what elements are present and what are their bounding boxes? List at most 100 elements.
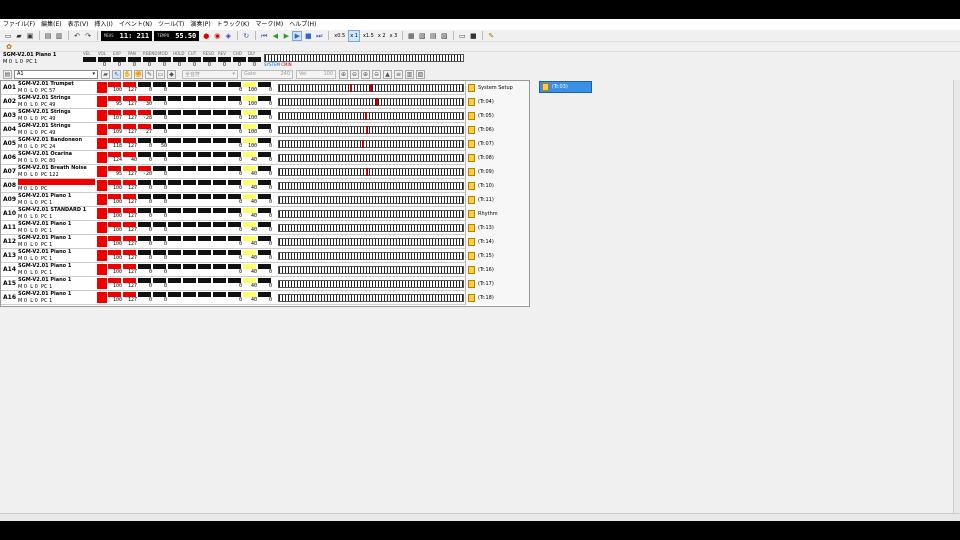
menu-item-1[interactable]: 編集(E) (41, 19, 61, 30)
ctrl-meter[interactable] (213, 180, 226, 185)
menu-item-6[interactable]: 演奏(P) (190, 19, 210, 30)
ctrl-meter[interactable] (168, 138, 181, 143)
ctrl-meter[interactable] (198, 124, 211, 129)
ctrl-meter[interactable] (198, 292, 211, 297)
ctrl-meter[interactable] (213, 82, 226, 87)
ctrl-meter[interactable] (183, 96, 196, 101)
ctrl-meter[interactable] (198, 208, 211, 213)
ctrl-meter[interactable] (213, 236, 226, 241)
ctrl-meter[interactable] (168, 222, 181, 227)
ctrl-meter[interactable] (168, 124, 181, 129)
track-row[interactable]: A15 SGM-V2.01 Piano 1M 0 L 0 PC 1 100 127… (1, 277, 529, 291)
track-row[interactable]: A06 SGM-V2.01 Ocarina M 0 L 0 PC 80 124 40… (1, 151, 529, 165)
ctrl-meter[interactable] (198, 194, 211, 199)
fast-forward-icon[interactable]: ▶ (281, 31, 291, 41)
track-list-item[interactable]: (Tr.16) (465, 263, 529, 277)
ctrl-meter[interactable] (213, 278, 226, 283)
track-row[interactable]: A03 SGM-V2.01 Strings M 0 L 0 PC 49 107 12… (1, 109, 529, 123)
track-row[interactable]: A08 M 0 L 0 PC 100 127 0 0 0 40 0 (Tr.10) (1, 179, 529, 193)
ctrl-meter[interactable] (168, 236, 181, 241)
ctrl-meter[interactable] (198, 166, 211, 171)
ctrl-meter[interactable] (168, 292, 181, 297)
go-to-end-icon[interactable]: ⏭ (314, 31, 324, 41)
ctrl-meter[interactable] (183, 110, 196, 115)
fill-icon[interactable]: ▲ (383, 69, 392, 79)
menu-item-0[interactable]: ファイル(F) (3, 19, 35, 30)
ctrl-meter[interactable] (198, 110, 211, 115)
menu-item-4[interactable]: イベント(N) (119, 19, 152, 30)
selected-track[interactable]: (Tr.03) (539, 81, 592, 93)
track-list-item[interactable]: (Tr.15) (465, 249, 529, 263)
track-list-item[interactable]: (Tr.10) (465, 179, 529, 193)
open-folder-icon[interactable]: ▰ (14, 31, 24, 41)
track-row[interactable]: A14 SGM-V2.01 Piano 1M 0 L 0 PC 1 100 127… (1, 263, 529, 277)
ctrl-meter[interactable] (183, 194, 196, 199)
hand-icon[interactable]: ✋ (123, 69, 132, 79)
ctrl-meter[interactable] (198, 264, 211, 269)
speed-0-5[interactable]: x0.5 (333, 31, 346, 41)
ctrl-meter[interactable] (198, 236, 211, 241)
keyboard-icon[interactable]: ▥ (405, 69, 414, 79)
menu-item-2[interactable]: 表示(V) (68, 19, 89, 30)
track-list-item[interactable]: (Tr.18) (465, 291, 529, 305)
save-icon[interactable]: ▣ (25, 31, 35, 41)
pencil-icon[interactable]: ✎ (145, 69, 154, 79)
ctrl-meter[interactable] (168, 152, 181, 157)
speed-1-5[interactable]: x1.5 (362, 31, 375, 41)
rewind-to-start-icon[interactable]: ⏮ (259, 31, 269, 41)
gate-field[interactable]: Gate 240 (241, 69, 293, 79)
palette-icon[interactable]: ✿ (4, 42, 14, 52)
track-list-item[interactable]: (Tr.17) (465, 277, 529, 291)
speed-1[interactable]: x 1 (348, 29, 360, 42)
ctrl-meter[interactable] (213, 194, 226, 199)
property-icon[interactable]: ▥ (54, 31, 64, 41)
track-list-item[interactable]: Rhythm (465, 207, 529, 221)
ctrl-meter[interactable] (168, 96, 181, 101)
ctrl-meter[interactable] (183, 222, 196, 227)
ctrl-meter[interactable] (168, 110, 181, 115)
mixer-icon[interactable]: ▧ (416, 69, 425, 79)
list-icon[interactable]: ≡ (394, 69, 403, 79)
ctrl-meter[interactable] (168, 264, 181, 269)
track-row[interactable]: A16 SGM-V2.01 Piano 1M 0 L 0 PC 1 100 127… (1, 291, 529, 305)
menu-item-3[interactable]: 挿入(I) (94, 19, 112, 30)
ctrl-meter[interactable] (83, 57, 96, 62)
track-list-item[interactable]: (Tr.08) (465, 151, 529, 165)
event-list-icon[interactable]: ▤ (428, 31, 438, 41)
vertical-scrollbar[interactable] (953, 80, 960, 513)
brush-icon[interactable]: ◆ (167, 69, 176, 79)
undo-icon[interactable]: ↶ (72, 31, 82, 41)
ctrl-meter[interactable] (198, 250, 211, 255)
staff-icon[interactable]: ▨ (439, 31, 449, 41)
speed-2[interactable]: x 2 (377, 31, 387, 41)
ctrl-meter[interactable] (213, 138, 226, 143)
wrench-icon[interactable]: ✎ (486, 31, 496, 41)
redo-icon[interactable]: ↷ (83, 31, 93, 41)
ctrl-meter[interactable] (213, 124, 226, 129)
menu-item-5[interactable]: ツール(T) (158, 19, 184, 30)
ctrl-meter[interactable] (183, 82, 196, 87)
track-row[interactable]: A02 SGM-V2.01 Strings M 0 L 0 PC 49 95 127… (1, 95, 529, 109)
track-list-item[interactable]: (Tr.06) (465, 123, 529, 137)
track-row[interactable]: A11 SGM-V2.01 Piano 1M 0 L 0 PC 1 100 127… (1, 221, 529, 235)
ctrl-meter[interactable] (183, 292, 196, 297)
ctrl-meter[interactable] (198, 222, 211, 227)
record-icon[interactable]: ● (201, 31, 211, 41)
ctrl-meter[interactable] (168, 278, 181, 283)
track-row[interactable]: A04 SGM-V2.01 Strings M 0 L 0 PC 49 109 12… (1, 123, 529, 137)
ctrl-meter[interactable] (183, 278, 196, 283)
ctrl-meter[interactable] (168, 82, 181, 87)
panel-icon[interactable]: ■ (468, 31, 478, 41)
ctrl-meter[interactable] (213, 152, 226, 157)
zoom-in-icon[interactable]: ⊕ (339, 69, 348, 79)
track-list-item[interactable]: (Tr.13) (465, 221, 529, 235)
track-row[interactable]: A07 SGM-V2.01 Breath Noise M 0 L 0 PC 122 … (1, 165, 529, 179)
track-list-item[interactable]: (Tr.05) (465, 109, 529, 123)
track-row[interactable]: A09 SGM-V2.01 Piano 1M 0 L 0 PC 1 100 127… (1, 193, 529, 207)
step-record-icon[interactable]: ◉ (212, 31, 222, 41)
ctrl-meter[interactable] (183, 180, 196, 185)
punch-record-icon[interactable]: ◈ (223, 31, 233, 41)
note-length-select[interactable]: 全音符 ▾ (182, 69, 238, 79)
ctrl-meter[interactable] (183, 166, 196, 171)
track-row[interactable]: A01 SGM-V2.01 Trumpet M 0 L 0 PC 57 100 12… (1, 81, 529, 95)
